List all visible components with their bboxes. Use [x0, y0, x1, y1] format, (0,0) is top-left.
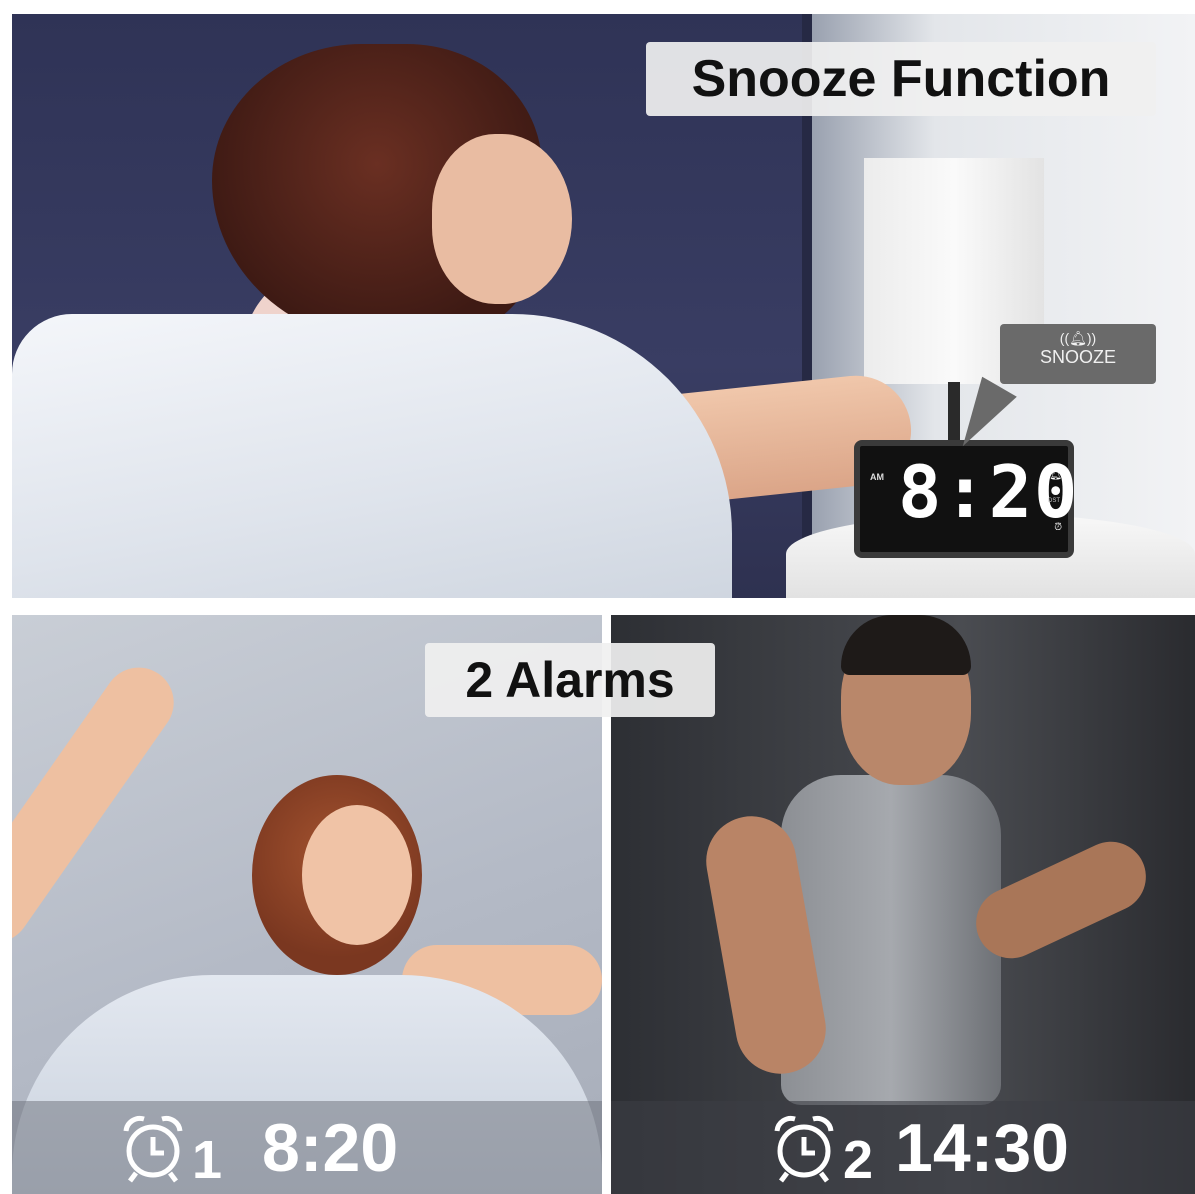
snooze-function-title: Snooze Function — [646, 42, 1156, 116]
two-alarms-title: 2 Alarms — [425, 643, 715, 717]
alarm2-bar: 2 14:30 — [611, 1101, 1195, 1194]
blanket — [12, 314, 732, 598]
alarm1-number: 1 — [192, 1129, 223, 1190]
alarm-clock-icon — [120, 1113, 186, 1183]
alarm1-time: 8:20 — [262, 1109, 399, 1186]
alarm-bell-icon-2: ⏰︎ — [1054, 522, 1062, 533]
alarm-clock-icon — [771, 1113, 837, 1183]
woman-face — [302, 805, 412, 945]
clock-ampm-label: AM — [870, 472, 884, 482]
alarm-bell-icon: 🔔︎ — [1049, 470, 1062, 481]
digital-clock: AM 8:20 🔔︎ DST ⏰︎ — [854, 440, 1077, 558]
clock-dst-label: DST — [1048, 498, 1060, 504]
alarm2-number: 2 — [843, 1129, 874, 1190]
alarm1-bar: 1 8:20 — [12, 1101, 602, 1194]
alarm2-time: 14:30 — [895, 1109, 1069, 1186]
snooze-callout: ((🔔︎)) SNOOZE — [1000, 324, 1156, 384]
snooze-callout-label: SNOOZE — [1039, 347, 1116, 367]
snooze-bell-icon: ((🔔︎)) — [1059, 330, 1097, 346]
woman-raised-arm — [12, 653, 188, 957]
woman-face — [432, 134, 572, 304]
clock-time-display: 8:20 — [898, 450, 1080, 534]
